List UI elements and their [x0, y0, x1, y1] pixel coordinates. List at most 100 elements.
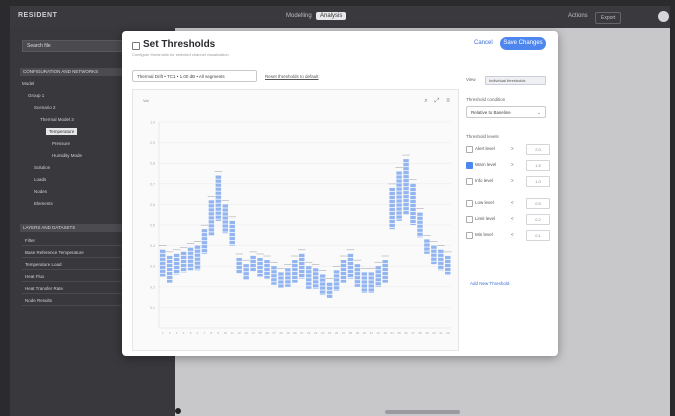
search-input[interactable]: Search file	[22, 40, 138, 52]
band-cell	[368, 288, 375, 292]
band-cell	[292, 264, 298, 268]
zoom-icon[interactable]: ⌕	[423, 98, 429, 104]
resize-handle[interactable]	[175, 408, 181, 414]
save-button[interactable]: Save Changes	[500, 37, 546, 50]
band-cell	[299, 261, 305, 266]
tab-analysis[interactable]: Analysis	[316, 12, 347, 20]
menu-icon[interactable]: ≡	[445, 98, 451, 104]
threshold-checkbox[interactable]	[466, 200, 473, 207]
channel-select[interactable]: Thermal Drift • TC1 • 1.00 dB • All segm…	[132, 70, 257, 82]
band-cell	[208, 228, 215, 232]
band-cell	[222, 224, 229, 228]
band-cell	[396, 219, 402, 221]
band-cell	[326, 282, 333, 286]
band-cell	[201, 241, 208, 245]
band-cell	[340, 272, 347, 276]
band-cell	[201, 253, 208, 254]
tree-item[interactable]: Group 1	[28, 92, 44, 99]
tree-item[interactable]: Thermal Model 3	[40, 116, 74, 123]
threshold-value-input[interactable]: 1.0	[526, 176, 550, 187]
tree-item[interactable]: Model	[22, 80, 34, 87]
band-cell	[410, 183, 416, 187]
band-cell	[222, 212, 229, 216]
threshold-operator[interactable]: <	[511, 200, 514, 205]
cancel-button[interactable]: Cancel	[474, 40, 493, 46]
threshold-value-input[interactable]: 0.5	[526, 198, 550, 209]
add-threshold-link[interactable]: Add New Threshold	[470, 281, 509, 286]
threshold-value-input[interactable]: 0.1	[526, 230, 550, 241]
tree-item[interactable]: Temperature	[46, 128, 78, 135]
band-cell	[368, 284, 375, 288]
levels-label: Threshold levels	[466, 134, 499, 139]
band-cell	[347, 253, 354, 258]
threshold-checkbox[interactable]	[466, 232, 473, 239]
threshold-checkbox[interactable]	[466, 146, 473, 153]
band-cell	[194, 245, 201, 249]
band-cell	[236, 261, 242, 266]
avatar[interactable]	[658, 11, 669, 22]
band-cell	[229, 232, 235, 237]
threshold-name: Limit level	[475, 216, 496, 221]
x-tick-label: 39	[425, 331, 429, 335]
x-tick-label: 29	[356, 331, 360, 335]
actions-link[interactable]: Actions	[564, 12, 592, 20]
threshold-checkbox[interactable]	[466, 178, 473, 185]
threshold-operator[interactable]: >	[511, 162, 514, 167]
band-cell	[180, 263, 187, 267]
tab-modelling[interactable]: Modelling	[282, 12, 316, 20]
band-cell	[180, 259, 187, 263]
tree-item[interactable]: Elements	[34, 200, 53, 207]
band-cell	[166, 263, 173, 268]
threshold-value-input[interactable]: 2.0	[526, 144, 550, 155]
band-cell	[361, 292, 368, 293]
band-cell	[187, 255, 194, 259]
band-cell	[382, 268, 388, 272]
threshold-operator[interactable]: <	[511, 232, 514, 237]
threshold-checkbox[interactable]	[466, 216, 473, 223]
x-tick-label: 41	[439, 331, 443, 335]
condition-dropdown[interactable]: Relative to Baseline ⌄	[466, 106, 546, 118]
view-badge[interactable]: Individual thresholds	[485, 76, 546, 85]
band-cell	[354, 284, 361, 287]
band-cell	[361, 276, 368, 280]
band-cell	[243, 264, 249, 268]
band-cell	[264, 260, 270, 264]
band-cell	[187, 263, 194, 267]
band-cell	[354, 272, 361, 276]
band-cell	[403, 187, 409, 191]
band-cell	[215, 195, 222, 199]
band-cell	[215, 203, 222, 207]
tree-item[interactable]: Pressure	[52, 140, 70, 147]
band-cell	[361, 284, 368, 288]
x-tick-label: 7	[204, 331, 206, 335]
band-cell	[243, 272, 249, 276]
threshold-value-input[interactable]: 0.2	[526, 214, 550, 225]
band-cell	[222, 220, 229, 224]
band-cell	[403, 175, 409, 179]
band-cell	[257, 261, 263, 266]
tree-item[interactable]: Solution	[34, 164, 50, 171]
band-cell	[333, 274, 340, 278]
reset-link[interactable]: Reset thresholds to default	[265, 74, 319, 79]
band-cell	[173, 257, 180, 262]
band-cell	[347, 261, 354, 266]
tree-item[interactable]: Scenario 2	[34, 104, 56, 111]
expand-icon[interactable]: ⤢	[434, 98, 440, 104]
band-cell	[403, 167, 409, 171]
band-cell	[319, 294, 326, 296]
band-cell	[375, 278, 381, 282]
threshold-operator[interactable]: >	[511, 178, 514, 183]
export-button[interactable]: Export	[595, 12, 622, 24]
band-cell	[160, 269, 166, 273]
band-cell	[306, 282, 312, 286]
horizontal-scrollbar[interactable]	[385, 410, 460, 414]
tree-item[interactable]: Loads	[34, 176, 46, 183]
threshold-operator[interactable]: >	[511, 146, 514, 151]
threshold-row: Alert level >2.0	[466, 144, 550, 155]
threshold-checkbox[interactable]	[466, 162, 473, 169]
tree-item[interactable]: Humidity Mode	[52, 152, 82, 159]
tree-item[interactable]: Nodes	[34, 188, 47, 195]
band-cell	[354, 264, 361, 268]
threshold-operator[interactable]: <	[511, 216, 514, 221]
threshold-value-input[interactable]: 1.5	[526, 160, 550, 171]
